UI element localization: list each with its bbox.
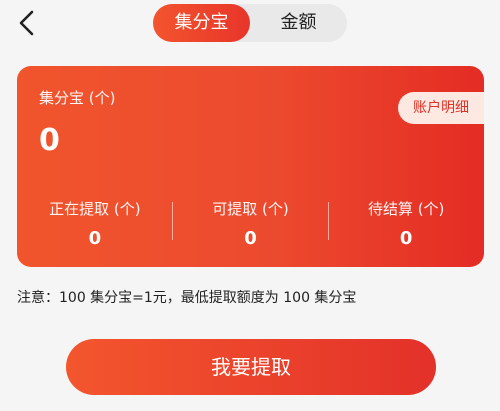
tab-amount[interactable]: 金额 <box>250 4 347 42</box>
stat-value: 0 <box>399 228 413 249</box>
stat-withdrawable: 可提取 (个) 0 <box>173 198 329 249</box>
chevron-left-icon <box>19 10 34 36</box>
stat-label: 可提取 (个) <box>212 200 289 218</box>
stat-extracting: 正在提取 (个) 0 <box>17 198 173 249</box>
balance-value: 0 <box>39 123 60 158</box>
stat-label: 待结算 (个) <box>367 200 445 218</box>
stat-value: 0 <box>244 228 257 249</box>
stat-pending: 待结算 (个) 0 <box>328 198 484 249</box>
balance-card: 集分宝 (个) 0 账户明细 正在提取 (个) 0 可提取 (个) 0 待结算 … <box>17 66 484 267</box>
balance-label: 集分宝 (个) <box>39 89 116 107</box>
stat-divider <box>172 202 173 240</box>
notice-text: 注意：100 集分宝=1元，最低提取额度为 100 集分宝 <box>17 290 357 306</box>
stats-row: 正在提取 (个) 0 可提取 (个) 0 待结算 (个) 0 <box>17 198 484 249</box>
stat-label: 正在提取 (个) <box>49 200 141 218</box>
stat-value: 0 <box>88 228 102 249</box>
account-detail-button[interactable]: 账户明细 <box>398 92 484 124</box>
back-button[interactable] <box>10 6 44 40</box>
tab-jifenbao[interactable]: 集分宝 <box>153 4 250 42</box>
stat-divider <box>328 202 329 240</box>
withdraw-button[interactable]: 我要提取 <box>66 339 436 395</box>
tab-switcher: 集分宝 金额 <box>153 4 347 42</box>
